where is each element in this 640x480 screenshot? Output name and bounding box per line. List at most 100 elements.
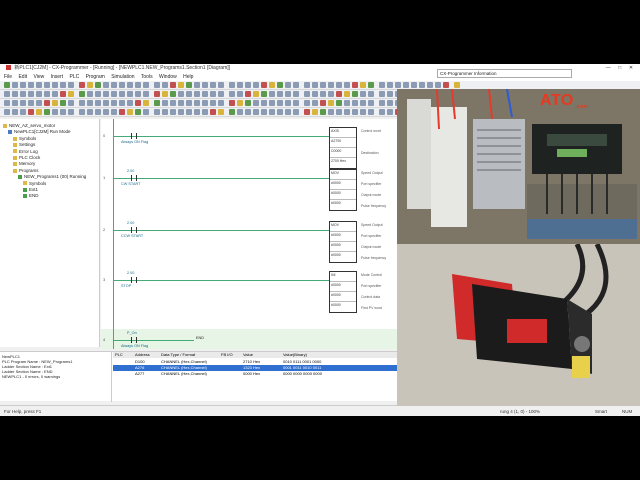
toolbar-icon[interactable] [36,91,42,97]
toolbar-icon[interactable] [277,82,283,88]
toolbar-icon[interactable] [119,82,125,88]
toolbar-icon[interactable] [4,109,10,115]
contact[interactable] [131,337,137,343]
toolbar-icon[interactable] [194,91,200,97]
toolbar-icon[interactable] [261,91,267,97]
toolbar-icon[interactable] [178,100,184,106]
info-dialog-title[interactable]: CX-Programmer Information [437,69,572,78]
watch-column-header[interactable]: Value [243,352,253,358]
toolbar-icon[interactable] [12,100,18,106]
contact[interactable] [131,227,137,233]
toolbar-icon[interactable] [312,91,318,97]
toolbar-icon[interactable] [336,109,342,115]
toolbar-icon[interactable] [435,82,441,88]
toolbar-icon[interactable] [162,82,168,88]
toolbar-icon[interactable] [379,82,385,88]
toolbar-icon[interactable] [245,109,251,115]
toolbar-icon[interactable] [103,100,109,106]
toolbar-icon[interactable] [352,82,358,88]
toolbar-icon[interactable] [210,91,216,97]
toolbar-icon[interactable] [202,100,208,106]
toolbar-icon[interactable] [360,91,366,97]
toolbar-icon[interactable] [95,109,101,115]
toolbar-icon[interactable] [87,109,93,115]
toolbar-icon[interactable] [304,109,310,115]
toolbar-icon[interactable] [44,82,50,88]
toolbar-icon[interactable] [253,91,259,97]
toolbar-icon[interactable] [68,100,74,106]
toolbar-icon[interactable] [162,100,168,106]
toolbar-icon[interactable] [95,100,101,106]
toolbar-icon[interactable] [103,109,109,115]
toolbar-icon[interactable] [352,109,358,115]
toolbar-icon[interactable] [119,100,125,106]
toolbar-icon[interactable] [52,100,58,106]
toolbar-icon[interactable] [52,82,58,88]
toolbar-icon[interactable] [20,109,26,115]
toolbar-icon[interactable] [127,82,133,88]
toolbar-icon[interactable] [95,91,101,97]
toolbar-icon[interactable] [293,100,299,106]
toolbar-icon[interactable] [320,82,326,88]
toolbar-icon[interactable] [162,91,168,97]
menu-window[interactable]: Window [159,74,177,80]
toolbar-icon[interactable] [154,109,160,115]
menu-file[interactable]: File [4,74,12,80]
contact[interactable] [131,277,137,283]
watch-column-header[interactable]: FB I/O [221,352,233,358]
tree-item[interactable]: Ext1 [23,187,38,192]
toolbar-icon[interactable] [79,100,85,106]
minimize-button[interactable]: — [603,64,613,73]
watch-column-header[interactable]: PLC [115,352,123,358]
toolbar-icon[interactable] [261,82,267,88]
toolbar-icon[interactable] [170,100,176,106]
toolbar-icon[interactable] [427,82,433,88]
toolbar-icon[interactable] [210,109,216,115]
toolbar-icon[interactable] [368,100,374,106]
toolbar-icon[interactable] [344,100,350,106]
toolbar-icon[interactable] [379,100,385,106]
toolbar-icon[interactable] [419,82,425,88]
contact[interactable] [131,133,137,139]
toolbar-icon[interactable] [218,82,224,88]
toolbar-icon[interactable] [387,100,393,106]
toolbar-icon[interactable] [277,100,283,106]
toolbar-icon[interactable] [60,82,66,88]
toolbar-icon[interactable] [68,109,74,115]
toolbar-icon[interactable] [293,109,299,115]
menu-edit[interactable]: Edit [18,74,27,80]
toolbar-icon[interactable] [87,82,93,88]
toolbar-icon[interactable] [379,91,385,97]
toolbar-icon[interactable] [79,109,85,115]
toolbar-icon[interactable] [178,109,184,115]
tree-item[interactable]: NEW_Programs1 (00) Running [18,174,86,179]
toolbar-icon[interactable] [154,100,160,106]
toolbar-icon[interactable] [28,91,34,97]
toolbar-icon[interactable] [229,91,235,97]
toolbar-icon[interactable] [352,100,358,106]
toolbar-icon[interactable] [20,100,26,106]
toolbar-icon[interactable] [87,100,93,106]
toolbar-icon[interactable] [4,100,10,106]
toolbar-icon[interactable] [127,109,133,115]
toolbar-icon[interactable] [328,91,334,97]
toolbar-icon[interactable] [202,109,208,115]
toolbar-icon[interactable] [320,109,326,115]
toolbar-icon[interactable] [269,109,275,115]
toolbar-icon[interactable] [4,82,10,88]
close-button[interactable]: ✕ [626,64,636,73]
toolbar-icon[interactable] [261,100,267,106]
toolbar-icon[interactable] [368,91,374,97]
toolbar-icon[interactable] [360,82,366,88]
tree-item[interactable]: Settings [13,142,35,147]
toolbar-icon[interactable] [237,91,243,97]
toolbar-icon[interactable] [360,100,366,106]
toolbar-icon[interactable] [202,91,208,97]
toolbar-icon[interactable] [352,91,358,97]
toolbar-icon[interactable] [328,82,334,88]
toolbar-icon[interactable] [143,109,149,115]
instruction-block[interactable]: INI #0000 #0000 #0000 [329,271,357,313]
toolbar-icon[interactable] [186,100,192,106]
toolbar-icon[interactable] [312,82,318,88]
toolbar-icon[interactable] [12,82,18,88]
